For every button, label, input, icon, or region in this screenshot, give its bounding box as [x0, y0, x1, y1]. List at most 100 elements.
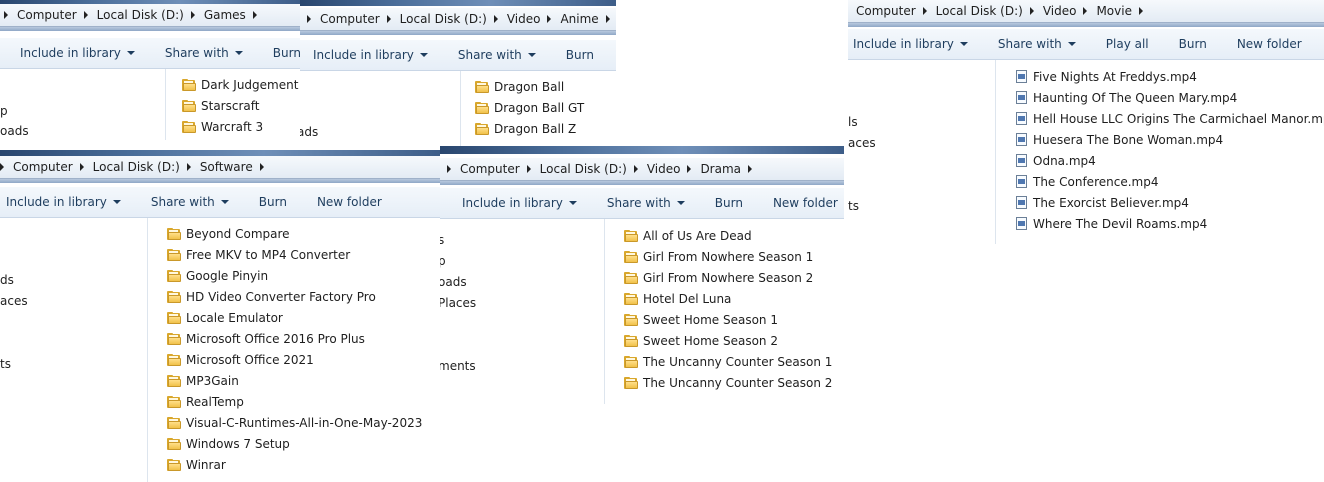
nav-item[interactable]: ls — [848, 115, 858, 129]
chevron-right-icon[interactable] — [0, 163, 4, 171]
include-in-library-button[interactable]: Include in library — [313, 48, 428, 62]
folder-item[interactable]: Dragon Ball — [475, 76, 564, 97]
nav-item[interactable]: p — [0, 104, 8, 118]
chevron-right-icon[interactable] — [605, 15, 610, 23]
breadcrumb-drama[interactable]: Drama — [700, 162, 741, 176]
breadcrumb-movie[interactable]: Movie — [1096, 4, 1132, 18]
chevron-right-icon[interactable] — [687, 165, 692, 173]
nav-item[interactable]: Places — [440, 296, 476, 310]
address-bar[interactable]: Computer Local Disk (D:) Games — [0, 4, 300, 27]
include-in-library-button[interactable]: Include in library — [853, 37, 968, 51]
folder-item[interactable]: HD Video Converter Factory Pro — [167, 286, 376, 307]
folder-item[interactable]: Microsoft Office 2016 Pro Plus — [167, 328, 365, 349]
folder-item[interactable]: Locale Emulator — [167, 307, 283, 328]
burn-button[interactable]: Burn — [715, 196, 743, 210]
chevron-right-icon[interactable] — [1138, 7, 1143, 15]
burn-button[interactable]: Burn — [1179, 37, 1207, 51]
video-file-item[interactable]: Odna.mp4 — [1016, 150, 1096, 171]
chevron-right-icon[interactable] — [386, 15, 391, 23]
breadcrumb-computer[interactable]: Computer — [17, 8, 77, 22]
play-all-button[interactable]: Play all — [1106, 37, 1149, 51]
new-folder-button[interactable]: New folder — [317, 195, 382, 209]
chevron-right-icon[interactable] — [307, 15, 311, 23]
chevron-right-icon[interactable] — [252, 11, 257, 19]
folder-item[interactable]: RealTemp — [167, 391, 244, 412]
breadcrumb-video[interactable]: Video — [1043, 4, 1077, 18]
nav-item[interactable]: p — [440, 254, 446, 268]
address-bar[interactable]: Computer Local Disk (D:) Video Drama — [440, 158, 844, 181]
share-with-button[interactable]: Share with — [607, 196, 685, 210]
video-file-item[interactable]: Where The Devil Roams.mp4 — [1016, 213, 1207, 234]
chevron-right-icon[interactable] — [633, 165, 638, 173]
breadcrumb-local-disk[interactable]: Local Disk (D:) — [400, 12, 487, 26]
navigation-pane[interactable]: p oads — [0, 69, 166, 140]
breadcrumb-computer[interactable]: Computer — [460, 162, 520, 176]
video-file-item[interactable]: Hell House LLC Origins The Carmichael Ma… — [1016, 108, 1324, 129]
chevron-right-icon[interactable] — [4, 11, 8, 19]
include-in-library-button[interactable]: Include in library — [20, 46, 135, 60]
breadcrumb-computer[interactable]: Computer — [13, 160, 73, 174]
folder-item[interactable]: Sweet Home Season 2 — [624, 330, 778, 351]
folder-item[interactable]: Visual-C-Runtimes-All-in-One-May-2023 — [167, 412, 422, 433]
share-with-button[interactable]: Share with — [998, 37, 1076, 51]
chevron-right-icon[interactable] — [259, 163, 264, 171]
include-in-library-button[interactable]: Include in library — [6, 195, 121, 209]
breadcrumb-software[interactable]: Software — [200, 160, 253, 174]
video-file-item[interactable]: The Exorcist Believer.mp4 — [1016, 192, 1189, 213]
breadcrumb-video[interactable]: Video — [647, 162, 681, 176]
folder-item[interactable]: Windows 7 Setup — [167, 433, 290, 454]
nav-item[interactable]: ads — [300, 125, 318, 139]
folder-item[interactable]: Starscraft — [182, 95, 259, 116]
chevron-right-icon[interactable] — [547, 15, 552, 23]
navigation-pane[interactable]: ads — [300, 71, 461, 150]
address-bar[interactable]: Computer Local Disk (D:) Software — [0, 156, 440, 179]
nav-item[interactable]: ts — [848, 199, 859, 213]
nav-item[interactable]: ds — [0, 273, 14, 287]
address-bar[interactable]: Computer Local Disk (D:) Video Movie — [848, 0, 1324, 23]
folder-item[interactable]: The Uncanny Counter Season 1 — [624, 351, 832, 372]
breadcrumb-games[interactable]: Games — [204, 8, 246, 22]
folder-item[interactable]: Hotel Del Luna — [624, 288, 731, 309]
folder-item[interactable]: Beyond Compare — [167, 223, 290, 244]
breadcrumb-video[interactable]: Video — [507, 12, 541, 26]
video-file-item[interactable]: The Conference.mp4 — [1016, 171, 1158, 192]
include-in-library-button[interactable]: Include in library — [462, 196, 577, 210]
nav-item[interactable]: ments — [440, 359, 476, 373]
nav-item[interactable]: s — [440, 233, 444, 247]
folder-item[interactable]: Warcraft 3 — [182, 116, 263, 137]
chevron-right-icon[interactable] — [1029, 7, 1034, 15]
chevron-right-icon[interactable] — [1083, 7, 1088, 15]
folder-item[interactable]: Sweet Home Season 1 — [624, 309, 778, 330]
breadcrumb-local-disk[interactable]: Local Disk (D:) — [540, 162, 627, 176]
chevron-right-icon[interactable] — [190, 11, 195, 19]
navigation-pane[interactable]: s p oads Places ments — [440, 219, 605, 404]
breadcrumb-local-disk[interactable]: Local Disk (D:) — [93, 160, 180, 174]
breadcrumb-anime[interactable]: Anime — [560, 12, 598, 26]
chevron-right-icon[interactable] — [526, 165, 531, 173]
nav-item[interactable]: aces — [848, 136, 876, 150]
breadcrumb-local-disk[interactable]: Local Disk (D:) — [97, 8, 184, 22]
chevron-right-icon[interactable] — [748, 165, 753, 173]
folder-item[interactable]: MP3Gain — [167, 370, 239, 391]
burn-button[interactable]: Burn — [566, 48, 594, 62]
folder-item[interactable]: Free MKV to MP4 Converter — [167, 244, 350, 265]
chevron-right-icon[interactable] — [79, 163, 84, 171]
folder-item[interactable]: Dark Judgement — [182, 74, 298, 95]
breadcrumb-computer[interactable]: Computer — [320, 12, 380, 26]
share-with-button[interactable]: Share with — [165, 46, 243, 60]
folder-item[interactable]: Girl From Nowhere Season 2 — [624, 267, 813, 288]
folder-item[interactable]: The Uncanny Counter Season 2 — [624, 372, 832, 393]
chevron-right-icon[interactable] — [83, 11, 88, 19]
chevron-right-icon[interactable] — [186, 163, 191, 171]
nav-item[interactable]: oads — [0, 124, 29, 138]
chevron-right-icon[interactable] — [447, 165, 451, 173]
folder-item[interactable]: Girl From Nowhere Season 1 — [624, 246, 813, 267]
folder-item[interactable]: Winrar — [167, 454, 226, 475]
chevron-right-icon[interactable] — [493, 15, 498, 23]
folder-item[interactable]: Dragon Ball Z — [475, 118, 576, 139]
breadcrumb-local-disk[interactable]: Local Disk (D:) — [936, 4, 1023, 18]
folder-item[interactable]: Google Pinyin — [167, 265, 268, 286]
chevron-right-icon[interactable] — [922, 7, 927, 15]
new-folder-button[interactable]: New folder — [773, 196, 838, 210]
burn-button[interactable]: Burn — [259, 195, 287, 209]
